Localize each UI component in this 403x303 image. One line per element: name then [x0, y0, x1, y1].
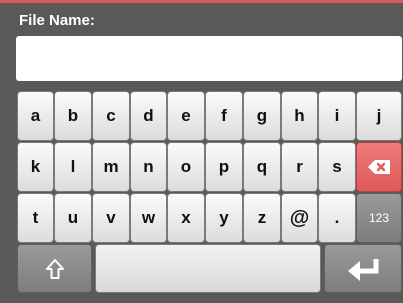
key-l[interactable]: l	[54, 142, 92, 192]
key-o[interactable]: o	[167, 142, 205, 192]
backspace-icon	[367, 159, 391, 175]
key-v[interactable]: v	[92, 193, 130, 243]
key-k[interactable]: k	[17, 142, 54, 192]
key-b[interactable]: b	[54, 91, 92, 141]
enter-arrow-icon	[346, 257, 380, 281]
space-key[interactable]	[95, 244, 321, 293]
key-g[interactable]: g	[243, 91, 281, 141]
shift-key[interactable]	[17, 244, 92, 293]
key-p[interactable]: p	[205, 142, 243, 192]
key-at[interactable]: @	[281, 193, 318, 243]
shift-arrow-icon	[45, 258, 65, 280]
key-t[interactable]: t	[17, 193, 54, 243]
numbers-key[interactable]: 123	[356, 193, 402, 243]
key-f[interactable]: f	[205, 91, 243, 141]
backspace-key[interactable]	[356, 142, 402, 192]
key-z[interactable]: z	[243, 193, 281, 243]
key-u[interactable]: u	[54, 193, 92, 243]
enter-key[interactable]	[324, 244, 402, 293]
key-h[interactable]: h	[281, 91, 318, 141]
key-c[interactable]: c	[92, 91, 130, 141]
key-q[interactable]: q	[243, 142, 281, 192]
key-n[interactable]: n	[130, 142, 167, 192]
key-e[interactable]: e	[167, 91, 205, 141]
key-y[interactable]: y	[205, 193, 243, 243]
key-r[interactable]: r	[281, 142, 318, 192]
key-a[interactable]: a	[17, 91, 54, 141]
key-w[interactable]: w	[130, 193, 167, 243]
key-i[interactable]: i	[318, 91, 356, 141]
keyboard-dialog: File Name: a b c d e f g h i j k l m n o…	[0, 0, 403, 303]
key-j[interactable]: j	[356, 91, 402, 141]
key-m[interactable]: m	[92, 142, 130, 192]
key-x[interactable]: x	[167, 193, 205, 243]
key-s[interactable]: s	[318, 142, 356, 192]
key-period[interactable]: .	[318, 193, 356, 243]
key-d[interactable]: d	[130, 91, 167, 141]
file-name-label: File Name:	[19, 12, 95, 29]
file-name-input[interactable]	[16, 36, 402, 81]
